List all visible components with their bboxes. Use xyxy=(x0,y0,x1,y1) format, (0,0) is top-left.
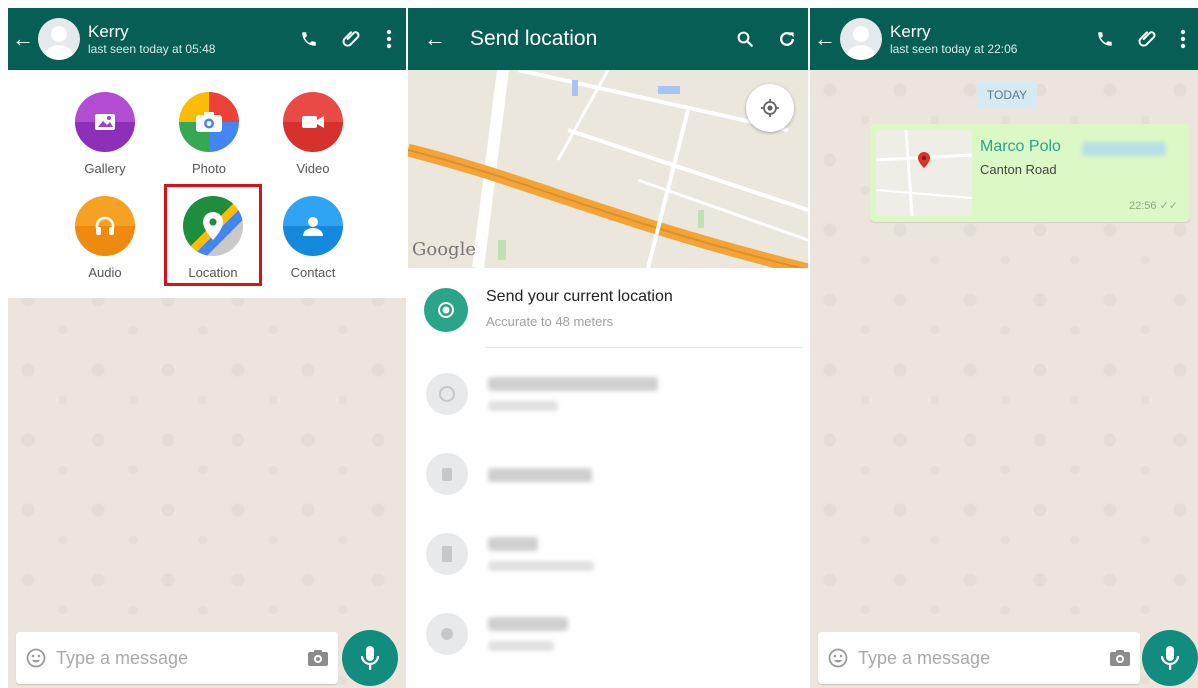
back-arrow-icon[interactable]: ← xyxy=(812,8,838,70)
map-pin-icon xyxy=(918,152,930,173)
contact-name: Kerry xyxy=(890,21,931,41)
attachment-menu: Gallery Photo Video Audio Location Conta… xyxy=(8,70,406,298)
message-time: 22:56 ✓✓ xyxy=(1129,199,1178,212)
place-category-icon xyxy=(426,533,468,575)
chat-screen-location-sent: ← Kerry last seen today at 22:06 TODAY M… xyxy=(810,8,1198,688)
camera-icon[interactable] xyxy=(298,632,338,684)
blurred-place-address xyxy=(488,641,554,651)
avatar[interactable] xyxy=(840,18,882,60)
refresh-icon[interactable] xyxy=(766,8,808,70)
search-icon[interactable] xyxy=(724,8,766,70)
attach-label: Contact xyxy=(290,265,336,280)
blurred-place-name xyxy=(488,537,538,551)
contact-name: Kerry xyxy=(88,21,129,41)
place-category-icon xyxy=(426,453,468,495)
nearby-place-item[interactable] xyxy=(408,596,808,676)
nearby-place-item[interactable] xyxy=(408,436,808,516)
place-category-icon xyxy=(426,613,468,655)
current-location-icon xyxy=(424,288,468,332)
my-location-button[interactable] xyxy=(746,84,794,132)
headphones-icon xyxy=(75,196,135,256)
current-location-title: Send your current location xyxy=(486,288,673,305)
back-arrow-icon[interactable]: ← xyxy=(10,8,36,70)
message-input-bar xyxy=(818,632,1140,684)
send-current-location-item[interactable]: Send your current location Accurate to 4… xyxy=(408,268,808,350)
emoji-icon[interactable] xyxy=(16,632,56,684)
message-input[interactable] xyxy=(56,647,298,669)
attach-label: Video xyxy=(296,161,330,176)
location-thumbnail[interactable] xyxy=(876,130,972,216)
paperclip-icon[interactable] xyxy=(1126,8,1168,70)
mic-icon xyxy=(360,646,380,670)
nearby-place-item[interactable] xyxy=(408,356,808,436)
send-location-screen: ← Send location Google Send your current… xyxy=(408,8,808,688)
chat-title-block[interactable]: Kerry last seen today at 05:48 xyxy=(88,22,288,57)
google-attribution: Google xyxy=(412,239,476,260)
double-check-icon: ✓✓ xyxy=(1159,200,1178,212)
last-seen-status: last seen today at 05:48 xyxy=(88,41,216,56)
video-icon xyxy=(283,92,343,152)
blurred-place-address xyxy=(488,401,558,411)
attach-contact[interactable]: Contact xyxy=(268,196,358,280)
message-input-bar xyxy=(16,632,338,684)
more-vertical-icon[interactable] xyxy=(372,8,406,70)
attach-gallery[interactable]: Gallery xyxy=(60,92,150,176)
location-message-bubble[interactable]: Marco Polo Canton Road 22:56 ✓✓ xyxy=(870,124,1190,222)
location-list: Send your current location Accurate to 4… xyxy=(408,268,808,688)
attach-audio[interactable]: Audio xyxy=(60,196,150,280)
nearby-place-item[interactable] xyxy=(408,516,808,596)
message-timestamp: 22:56 xyxy=(1128,200,1157,212)
crosshair-icon xyxy=(761,99,779,117)
location-address: Canton Road xyxy=(980,162,1057,177)
send-location-header: ← Send location xyxy=(408,8,808,70)
location-highlight-box xyxy=(164,184,262,286)
back-arrow-icon[interactable]: ← xyxy=(422,8,448,70)
attach-video[interactable]: Video xyxy=(268,92,358,176)
phone-icon[interactable] xyxy=(1084,8,1126,70)
attach-photo[interactable]: Photo xyxy=(164,92,254,176)
blurred-place-name xyxy=(488,377,658,391)
blurred-place-name xyxy=(488,617,568,631)
message-input[interactable] xyxy=(858,647,1100,669)
more-vertical-icon[interactable] xyxy=(1168,8,1198,70)
date-chip: TODAY xyxy=(977,82,1037,108)
camera-icon xyxy=(179,92,239,152)
page-title: Send location xyxy=(470,27,598,50)
phone-icon[interactable] xyxy=(288,8,330,70)
chat-header: ← Kerry last seen today at 22:06 xyxy=(810,8,1198,70)
blurred-place-name xyxy=(488,468,592,482)
map-view[interactable]: Google xyxy=(408,70,808,268)
current-location-accuracy: Accurate to 48 meters xyxy=(486,314,614,329)
divider xyxy=(486,347,802,348)
camera-icon[interactable] xyxy=(1100,632,1140,684)
paperclip-icon[interactable] xyxy=(330,8,372,70)
last-seen-status: last seen today at 22:06 xyxy=(890,41,1018,56)
avatar[interactable] xyxy=(38,18,80,60)
chat-header: ← Kerry last seen today at 05:48 xyxy=(8,8,406,70)
location-place-name[interactable]: Marco Polo xyxy=(980,138,1061,156)
person-icon xyxy=(283,196,343,256)
blurred-place-address xyxy=(488,561,594,571)
mic-icon xyxy=(1160,646,1180,670)
blurred-place-detail xyxy=(1082,142,1166,156)
emoji-icon[interactable] xyxy=(818,632,858,684)
gallery-icon xyxy=(75,92,135,152)
attach-label: Gallery xyxy=(84,161,126,176)
place-category-icon xyxy=(426,373,468,415)
mic-button[interactable] xyxy=(1142,630,1198,686)
attach-label: Photo xyxy=(192,161,226,176)
chat-title-block[interactable]: Kerry last seen today at 22:06 xyxy=(890,22,1084,57)
chat-screen-attach: ← Kerry last seen today at 05:48 Gallery… xyxy=(8,8,406,688)
attach-label: Audio xyxy=(88,265,122,280)
mic-button[interactable] xyxy=(342,630,398,686)
